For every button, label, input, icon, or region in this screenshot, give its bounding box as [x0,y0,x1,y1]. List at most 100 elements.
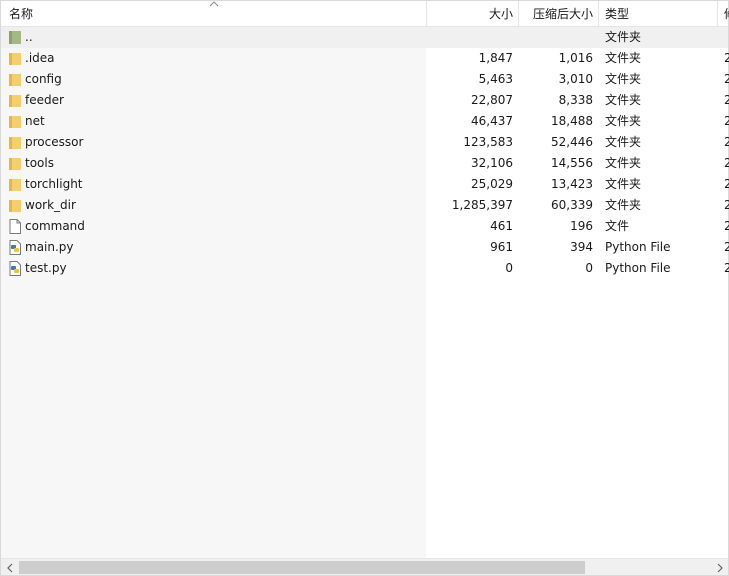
file-modified: 2 [724,240,729,254]
column-header-size[interactable]: 大小 [427,1,513,27]
file-size: 0 [505,261,513,275]
chevron-left-icon [6,563,12,572]
file-compressed-size: 1,016 [558,51,593,65]
file-name: work_dir [25,198,76,212]
file-compressed-size: 13,423 [551,177,593,191]
column-header-name-label: 名称 [9,7,34,21]
file-name: torchlight [25,177,83,191]
python-file-icon [9,261,21,276]
file-modified: 2 [724,72,729,86]
file-size: 961 [490,240,513,254]
file-size: 32,106 [471,156,513,170]
file-compressed-size: 196 [570,219,593,233]
file-icon [9,219,21,234]
file-compressed-size: 14,556 [551,156,593,170]
file-row[interactable]: torchlight 25,029 13,423 文件夹 2 [1,174,729,195]
file-modified: 2 [724,93,729,107]
file-row[interactable]: tools 32,106 14,556 文件夹 2 [1,153,729,174]
folder-icon [9,53,21,65]
file-size: 25,029 [471,177,513,191]
file-type: 文件 [605,219,630,233]
file-size: 1,285,397 [451,198,513,212]
folder-icon [9,179,21,191]
python-file-icon [9,240,21,255]
file-name: config [25,72,62,86]
file-name: main.py [25,240,74,254]
file-name: .idea [25,51,55,65]
column-header-size-label: 大小 [488,7,513,21]
file-type: Python File [605,240,671,254]
folder-icon [9,74,21,86]
file-compressed-size: 3,010 [558,72,593,86]
file-name: tools [25,156,54,170]
file-name: .. [25,30,33,44]
file-compressed-size: 394 [570,240,593,254]
column-header-type[interactable]: 类型 [605,1,705,27]
file-modified: 2 [724,156,729,170]
file-type: 文件夹 [605,135,642,149]
file-row[interactable]: feeder 22,807 8,338 文件夹 2 [1,90,729,111]
column-divider[interactable] [717,1,718,27]
column-header-compressed[interactable]: 压缩后大小 [519,1,593,27]
file-list-window: 名称 大小 压缩后大小 类型 修 .. 文件夹 .idea 1,847 1,016 文件夹… [0,0,729,576]
file-row[interactable]: .idea 1,847 1,016 文件夹 2 [1,48,729,69]
file-type: 文件夹 [605,93,642,107]
folder-icon [9,95,21,107]
file-name: test.py [25,261,67,275]
file-row[interactable]: command 461 196 文件 2 [1,216,729,237]
file-row[interactable]: work_dir 1,285,397 60,339 文件夹 2 [1,195,729,216]
file-modified [724,27,729,48]
column-header-compressed-label: 压缩后大小 [532,7,593,21]
file-size: 1,847 [478,51,513,65]
column-header-name[interactable]: 名称 [9,1,209,27]
file-modified: 2 [724,51,729,65]
file-modified: 2 [724,219,729,233]
file-type: 文件夹 [605,114,642,128]
file-name: processor [25,135,84,149]
file-row[interactable]: test.py 0 0 Python File 2 [1,258,729,279]
file-compressed-size: 0 [585,261,593,275]
file-row[interactable]: main.py 961 394 Python File 2 [1,237,729,258]
scrollbar-thumb[interactable] [19,561,585,574]
file-row[interactable]: config 5,463 3,010 文件夹 2 [1,69,729,90]
file-compressed-size: 18,488 [551,114,593,128]
file-type: 文件夹 [605,30,642,44]
file-modified: 2 [724,177,729,191]
file-compressed-size: 52,446 [551,135,593,149]
column-header-type-label: 类型 [605,7,630,21]
column-header-modified-label: 修 [724,7,729,21]
column-header-modified[interactable]: 修 [724,1,729,27]
column-header: 名称 大小 压缩后大小 类型 修 [1,1,729,27]
column-divider[interactable] [598,1,599,27]
file-size: 22,807 [471,93,513,107]
folder-icon [9,116,21,128]
file-name: feeder [25,93,64,107]
file-type: 文件夹 [605,156,642,170]
file-type: 文件夹 [605,177,642,191]
file-size: 46,437 [471,114,513,128]
file-size [426,27,513,48]
file-type: Python File [605,261,671,275]
file-row[interactable]: processor 123,583 52,446 文件夹 2 [1,132,729,153]
file-size: 123,583 [463,135,513,149]
file-modified: 2 [724,261,729,275]
file-type: 文件夹 [605,72,642,86]
file-modified: 2 [724,198,729,212]
file-type: 文件夹 [605,198,642,212]
parent-directory-row[interactable]: .. 文件夹 [1,27,728,48]
folder-icon [9,137,21,149]
horizontal-scrollbar[interactable] [1,558,728,575]
scroll-left-button[interactable] [1,559,18,576]
scroll-right-button[interactable] [711,559,728,576]
file-type: 文件夹 [605,51,642,65]
file-row[interactable]: net 46,437 18,488 文件夹 2 [1,111,729,132]
file-name: command [25,219,85,233]
file-modified: 2 [724,135,729,149]
file-size: 461 [490,219,513,233]
file-compressed-size: 8,338 [558,93,593,107]
folder-icon [9,200,21,212]
file-compressed-size [518,27,593,48]
folder-icon [9,158,21,170]
file-size: 5,463 [478,72,513,86]
file-compressed-size: 60,339 [551,198,593,212]
